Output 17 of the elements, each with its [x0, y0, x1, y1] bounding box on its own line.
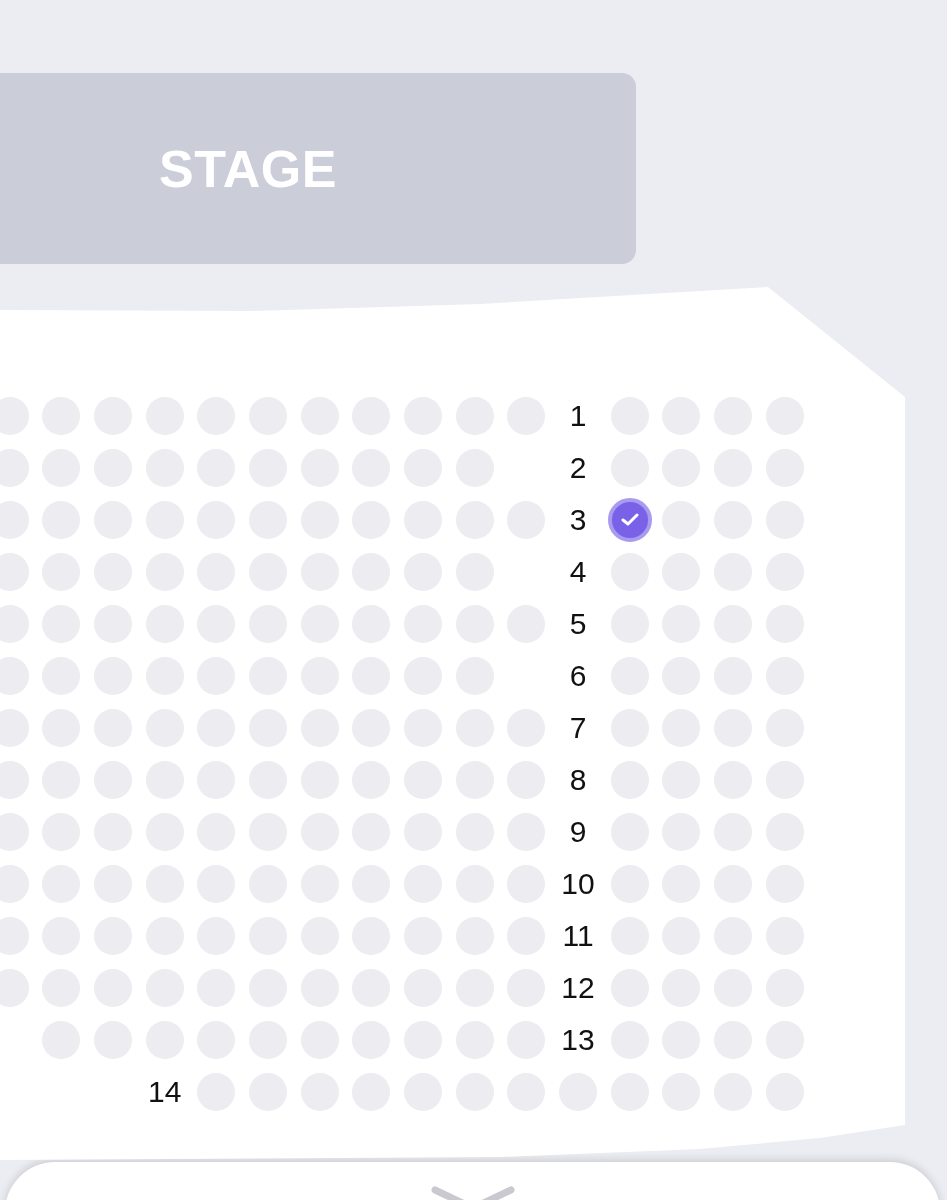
row-number: 14 [148, 1077, 182, 1107]
row-number: 12 [561, 973, 595, 1003]
row-number: 5 [569, 609, 587, 639]
row-number: 8 [569, 765, 587, 795]
seat[interactable] [607, 498, 652, 542]
row-number: 2 [569, 453, 587, 483]
row-number: 13 [561, 1025, 595, 1055]
row-number: 7 [569, 713, 587, 743]
row-number: 9 [569, 817, 587, 847]
check-icon [620, 513, 639, 527]
row-number: 1 [569, 401, 587, 431]
chevron-down-icon[interactable] [430, 1186, 515, 1200]
row-number: 4 [569, 557, 587, 587]
row-number: 3 [569, 505, 587, 535]
row-number: 11 [562, 921, 594, 951]
row-number: 6 [569, 661, 587, 691]
row-number: 10 [561, 869, 595, 899]
